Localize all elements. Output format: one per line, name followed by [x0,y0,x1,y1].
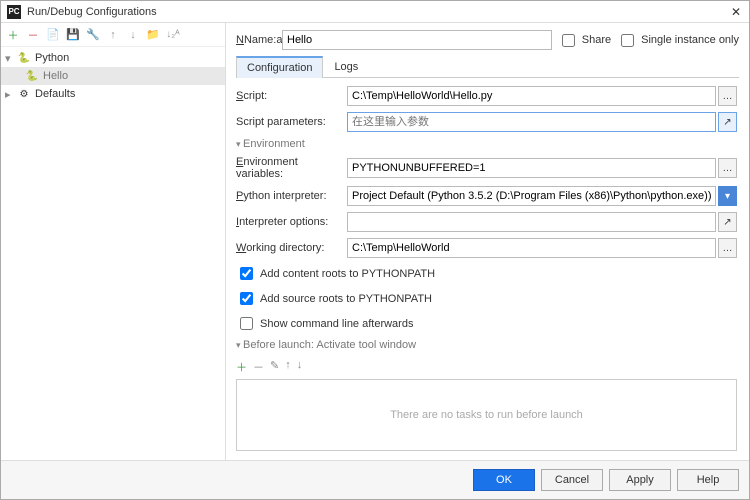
close-icon[interactable]: ✕ [729,5,743,19]
browse-script-button[interactable]: … [718,86,737,106]
interp-options-label: Interpreter options: [236,216,341,228]
add-icon[interactable]: ＋ [5,27,21,43]
interpreter-dropdown-button[interactable]: ▾ [718,186,737,206]
config-tree: ▾ 🐍 Python 🐍 Hello ▸ ⚙ Defaults [1,47,225,460]
workdir-label: Working directory: [236,242,341,254]
sort-icon[interactable]: ↓₂ᴬ [165,27,181,43]
before-launch-section: Before launch: Activate tool window [236,339,737,351]
tree-node-defaults[interactable]: ▸ ⚙ Defaults [1,85,225,103]
single-instance-checkbox[interactable]: Single instance only [617,31,739,50]
env-vars-label: Environment variables: [236,156,341,180]
move-down-icon[interactable]: ↓ [125,27,141,43]
help-button[interactable]: Help [677,469,739,491]
tree-label: Hello [43,70,68,82]
copy-icon[interactable]: 📄 [45,27,61,43]
remove-icon[interactable]: － [25,27,41,43]
tree-node-hello[interactable]: 🐍 Hello [1,67,225,85]
env-vars-input[interactable] [347,158,716,178]
config-form: Script: … Script parameters: ↗ Environme… [236,86,739,460]
show-cmd-checkbox[interactable]: Show command line afterwards [236,314,413,333]
before-launch-toolbar: ＋ － ✎ ↑ ↓ [236,357,737,377]
add-content-roots-checkbox[interactable]: Add content roots to PYTHONPATH [236,264,435,283]
chevron-down-icon: ▾ [5,52,17,65]
browse-workdir-button[interactable]: … [718,238,737,258]
cancel-button[interactable]: Cancel [541,469,603,491]
name-label: NName:ame: [236,34,276,46]
script-params-input[interactable] [347,112,716,132]
expand-interp-options-button[interactable]: ↗ [718,212,737,232]
before-launch-list: There are no tasks to run before launch [236,379,737,451]
app-icon: PC [7,5,21,19]
tree-node-python[interactable]: ▾ 🐍 Python [1,49,225,67]
apply-button[interactable]: Apply [609,469,671,491]
empty-tasks-label: There are no tasks to run before launch [390,409,583,421]
titlebar: PC Run/Debug Configurations ✕ [1,1,749,23]
window-title: Run/Debug Configurations [27,6,729,18]
tab-logs[interactable]: Logs [323,56,369,77]
tree-label: Defaults [35,88,75,100]
task-remove-icon[interactable]: － [253,359,264,375]
environment-section: Environment [236,138,737,150]
workdir-input[interactable] [347,238,716,258]
folder-icon[interactable]: 📁 [145,27,161,43]
name-input[interactable] [282,30,552,50]
task-down-icon[interactable]: ↓ [297,359,303,375]
chevron-right-icon: ▸ [5,88,17,101]
move-up-icon[interactable]: ↑ [105,27,121,43]
edit-env-button[interactable]: … [718,158,737,178]
dialog-buttons: OK Cancel Apply Help [1,460,749,499]
sidebar-toolbar: ＋ － 📄 💾 🔧 ↑ ↓ 📁 ↓₂ᴬ [1,23,225,47]
tabs: Configuration Logs [236,56,739,78]
interp-options-input[interactable] [347,212,716,232]
task-up-icon[interactable]: ↑ [285,359,291,375]
sidebar: ＋ － 📄 💾 🔧 ↑ ↓ 📁 ↓₂ᴬ ▾ 🐍 Python 🐍 Hello [1,23,226,460]
save-icon[interactable]: 💾 [65,27,81,43]
wrench-icon[interactable]: 🔧 [85,27,101,43]
main-panel: NName:ame: Share Single instance only Co… [226,23,749,460]
script-input[interactable] [347,86,716,106]
python-icon: 🐍 [17,53,31,64]
interpreter-select[interactable] [347,186,716,206]
tree-label: Python [35,52,69,64]
python-icon: 🐍 [25,71,39,82]
script-label: Script: [236,90,341,102]
share-checkbox[interactable]: Share [558,31,611,50]
script-params-label: Script parameters: [236,116,341,128]
task-add-icon[interactable]: ＋ [236,359,247,375]
ok-button[interactable]: OK [473,469,535,491]
add-source-roots-checkbox[interactable]: Add source roots to PYTHONPATH [236,289,432,308]
dialog: PC Run/Debug Configurations ✕ ＋ － 📄 💾 🔧 … [0,0,750,500]
gear-icon: ⚙ [17,89,31,100]
task-edit-icon[interactable]: ✎ [270,359,279,375]
expand-params-button[interactable]: ↗ [718,112,737,132]
tab-configuration[interactable]: Configuration [236,56,323,78]
interpreter-label: Python interpreter: [236,190,341,202]
